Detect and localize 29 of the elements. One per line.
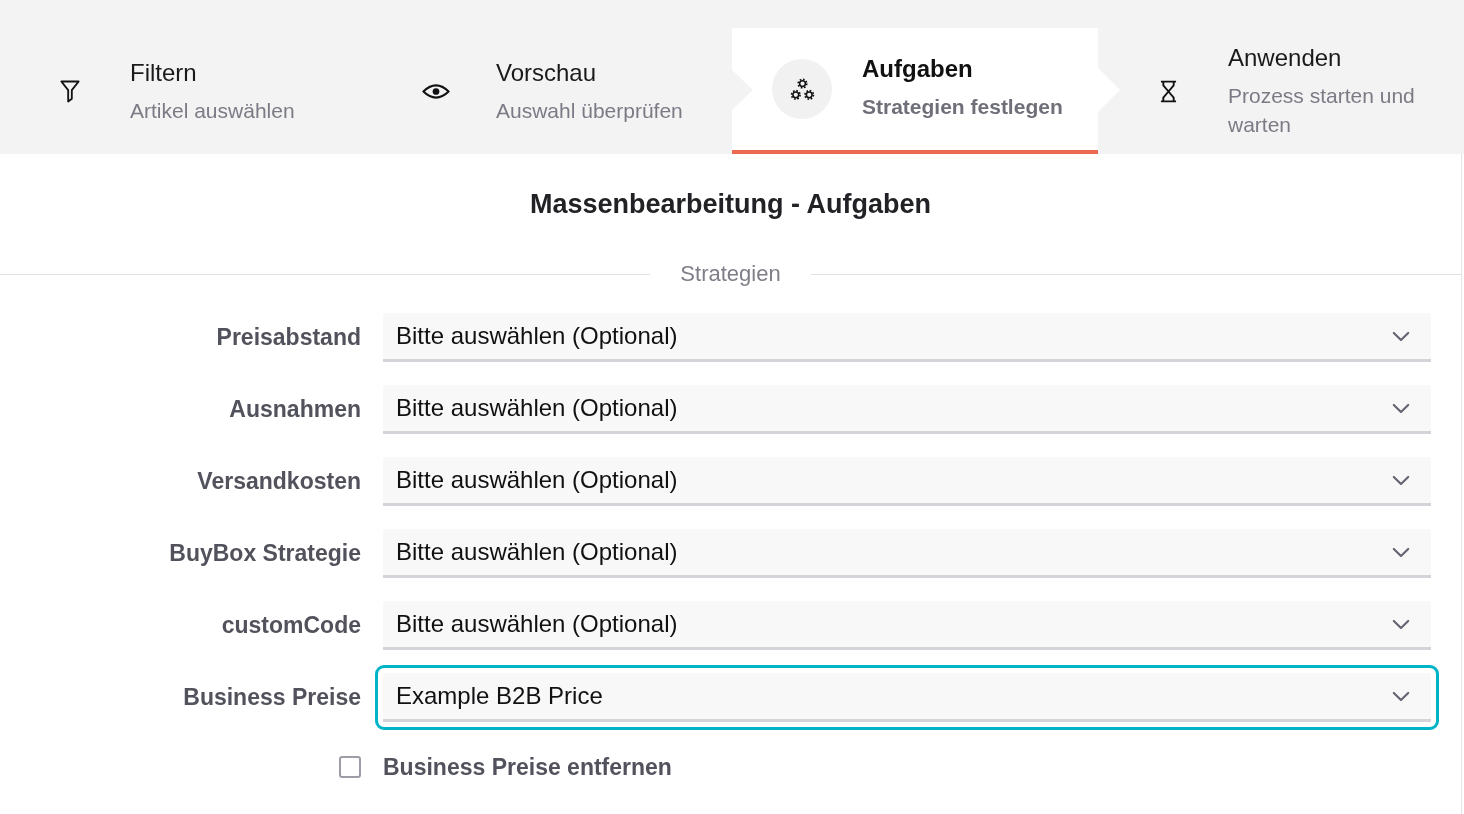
chevron-down-icon <box>1392 474 1410 486</box>
field-label: BuyBox Strategie <box>169 540 361 567</box>
step-tab[interactable]: Aufgaben Strategien festlegen <box>732 28 1098 154</box>
hourglass-icon <box>1159 79 1177 103</box>
step-tab[interactable]: Filtern Artikel auswählen <box>0 28 366 154</box>
dropdown[interactable]: Bitte auswählen (Optional) <box>383 313 1431 362</box>
chevron-down-icon <box>1392 546 1410 558</box>
checkbox[interactable] <box>339 756 361 778</box>
dropdown[interactable]: Bitte auswählen (Optional) <box>383 385 1431 434</box>
chevron-down-icon <box>1392 690 1410 702</box>
step-tab[interactable]: Vorschau Auswahl überprüfen <box>366 28 732 154</box>
dropdown[interactable]: Example B2B Price <box>375 665 1439 730</box>
field-label: customCode <box>221 612 361 639</box>
chevron-down-icon <box>1392 402 1410 414</box>
field-label: Ausnahmen <box>229 396 361 423</box>
dropdown[interactable]: Bitte auswählen (Optional) <box>383 601 1431 650</box>
chevron-down-icon <box>1392 618 1410 630</box>
field-label: Versandkosten <box>197 468 361 495</box>
dropdown[interactable]: Bitte auswählen (Optional) <box>383 529 1431 578</box>
checkbox-label: Business Preise entfernen <box>383 753 672 782</box>
step-tab[interactable]: Anwenden Prozess starten und warten <box>1098 28 1464 154</box>
page-title: Massenbearbeitung - Aufgaben <box>528 188 932 221</box>
field-label: Preisabstand <box>216 324 361 351</box>
eye-icon <box>422 83 450 99</box>
field-label: Business Preise <box>183 684 361 711</box>
filter-icon <box>60 79 80 103</box>
dropdown[interactable]: Bitte auswählen (Optional) <box>383 457 1431 506</box>
section-legend: Strategien <box>650 260 811 288</box>
chevron-down-icon <box>1392 330 1410 342</box>
